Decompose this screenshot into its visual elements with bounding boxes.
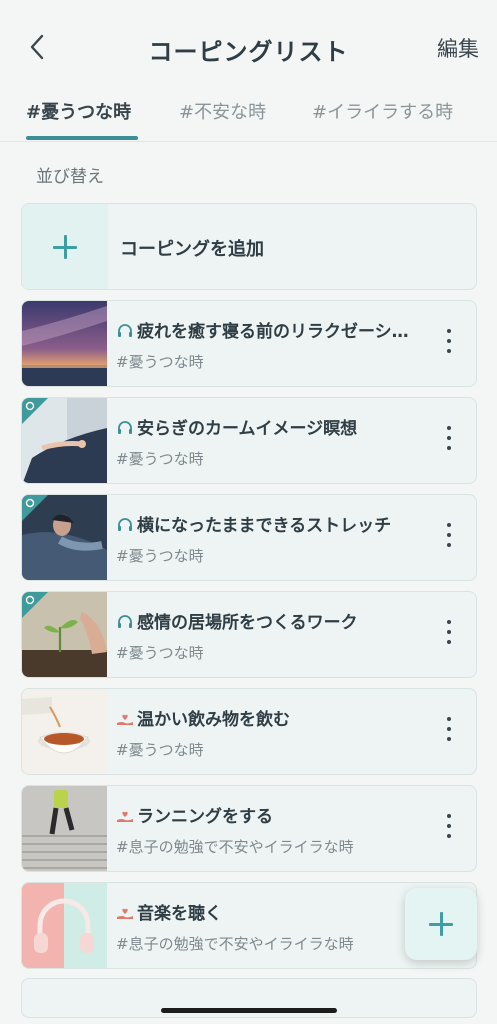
thumbnail-seedling [22, 592, 107, 677]
item-tag: #息子の勉強で不安やイライラな時 [116, 838, 354, 856]
thumbnail-lying-in-bed [22, 495, 107, 580]
more-options-icon[interactable] [446, 329, 452, 357]
thumbnail-headphones [22, 883, 107, 968]
floating-add-button[interactable] [405, 888, 477, 960]
tab-depressed[interactable]: #憂うつな時 [26, 98, 131, 124]
more-options-icon[interactable] [446, 620, 452, 648]
headphones-icon [118, 324, 132, 337]
list-item[interactable]: 安らぎのカームイメージ瞑想 #憂うつな時 [21, 397, 477, 484]
thumbnail-runner [22, 786, 107, 871]
item-tag: #憂うつな時 [116, 353, 204, 371]
header: コーピングリスト 編集 [0, 0, 497, 90]
item-tag: #憂うつな時 [116, 644, 204, 662]
item-tag: #憂うつな時 [116, 741, 204, 759]
item-title: 横になったままできるストレッチ [137, 516, 392, 536]
list-item[interactable]: 横になったままできるストレッチ #憂うつな時 [21, 494, 477, 581]
item-title: 音楽を聴く [137, 904, 222, 924]
item-tag: #憂うつな時 [116, 450, 204, 468]
more-options-icon[interactable] [446, 426, 452, 454]
list-item[interactable]: 疲れを癒す寝る前のリラクゼーション #憂うつな時 [21, 300, 477, 387]
thumbnail-tea-cup [22, 689, 107, 774]
item-title: 温かい飲み物を飲む [137, 710, 290, 730]
item-tag: #憂うつな時 [116, 547, 204, 565]
add-coping-label: コーピングを追加 [120, 239, 264, 260]
item-tag: #息子の勉強で不安やイライラな時 [116, 935, 354, 953]
thumbnail-meditation [22, 398, 107, 483]
hand-heart-icon [117, 714, 133, 725]
item-title: 安らぎのカームイメージ瞑想 [137, 419, 358, 439]
more-options-icon[interactable] [446, 717, 452, 745]
headphones-icon [118, 518, 132, 531]
active-tab-indicator [26, 136, 138, 140]
sort-button[interactable]: 並び替え [36, 162, 104, 187]
list-item[interactable]: 温かい飲み物を飲む #憂うつな時 [21, 688, 477, 775]
item-title: ランニングをする [137, 807, 273, 827]
home-indicator [161, 1008, 337, 1013]
item-title: 疲れを癒す寝る前のリラクゼーション [137, 322, 416, 342]
headphones-icon [118, 615, 132, 628]
hand-heart-icon [117, 811, 133, 822]
thumbnail-milky-way [22, 301, 107, 386]
plus-icon [22, 204, 108, 289]
list-item[interactable]: ランニングをする #息子の勉強で不安やイライラな時 [21, 785, 477, 872]
more-options-icon[interactable] [446, 523, 452, 551]
page-title: コーピングリスト [148, 38, 349, 66]
add-coping-button[interactable]: コーピングを追加 [21, 203, 477, 290]
tab-bar: #憂うつな時 #不安な時 #イライラする時 [0, 92, 497, 142]
headphones-icon [118, 421, 132, 434]
tab-irritated[interactable]: #イライラする時 [312, 98, 453, 124]
item-title: 感情の居場所をつくるワーク [137, 613, 358, 633]
list-item[interactable]: 感情の居場所をつくるワーク #憂うつな時 [21, 591, 477, 678]
tab-anxious[interactable]: #不安な時 [179, 98, 266, 124]
more-options-icon[interactable] [446, 814, 452, 842]
edit-button[interactable]: 編集 [437, 33, 479, 63]
hand-heart-icon [117, 908, 133, 919]
